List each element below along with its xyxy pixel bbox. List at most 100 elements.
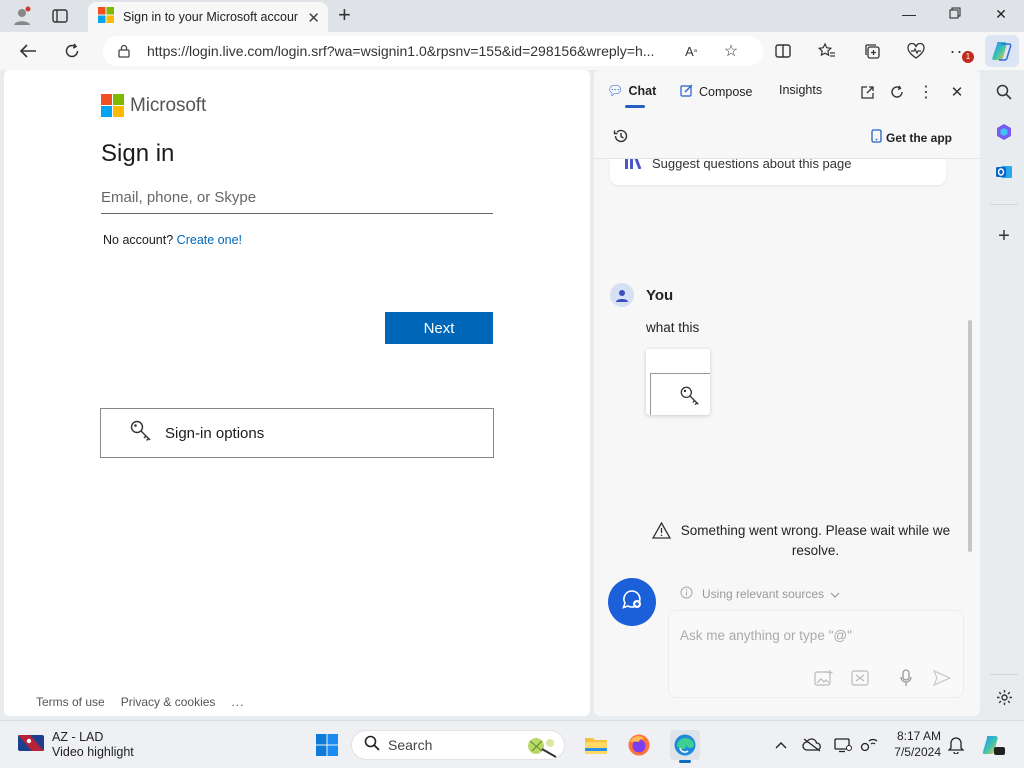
browser-tab-active[interactable]: Sign in to your Microsoft account ✕	[88, 2, 328, 32]
news-widget[interactable]: AZ - LAD Video highlight	[18, 730, 134, 760]
favorites-icon[interactable]	[815, 40, 839, 62]
windows-start-icon[interactable]	[314, 732, 340, 758]
microsoft-logo: Microsoft	[101, 94, 206, 117]
page-title: Sign in	[101, 140, 175, 167]
user-message-text: what this	[646, 320, 700, 335]
error-message: Something went wrong. Please wait while …	[651, 521, 952, 561]
collections-icon[interactable]	[860, 40, 884, 62]
search-label: Search	[388, 737, 433, 753]
new-tab-button[interactable]: +	[338, 4, 351, 26]
firefox-icon[interactable]	[626, 732, 652, 758]
browser-title-bar: Sign in to your Microsoft account ✕ + — …	[0, 0, 1024, 32]
minimize-button[interactable]: —	[897, 6, 921, 22]
refresh-chat-icon[interactable]	[888, 83, 906, 101]
screenshot-thumbnail[interactable]	[646, 349, 710, 415]
copilot-taskbar-icon[interactable]	[980, 732, 1006, 758]
notification-bell-icon[interactable]	[945, 734, 967, 756]
edge-browser-icon[interactable]	[670, 730, 700, 763]
windows-taskbar: AZ - LAD Video highlight Search 8:17 AM	[0, 720, 1024, 768]
chat-input-box[interactable]: Ask me anything or type "@"	[668, 610, 964, 698]
more-footer-button[interactable]: ...	[231, 695, 244, 709]
chat-scrollbar[interactable]	[968, 320, 972, 552]
suggest-questions-label: Suggest questions about this page	[652, 159, 852, 171]
copilot-button[interactable]	[985, 35, 1019, 67]
email-input[interactable]	[101, 182, 493, 214]
new-topic-button[interactable]	[608, 578, 656, 626]
favorite-star-icon[interactable]: ☆	[719, 40, 743, 62]
compose-icon	[680, 83, 694, 100]
microphone-icon[interactable]	[895, 668, 917, 688]
file-explorer-icon[interactable]	[583, 732, 609, 758]
copilot-subheader: Get the app	[594, 114, 980, 159]
user-name: You	[646, 286, 674, 304]
web-content-pane: Microsoft Sign in No account? Create one…	[4, 70, 590, 716]
terms-link[interactable]: Terms of use	[36, 695, 105, 709]
address-bar[interactable]: https://login.live.com/login.srf?wa=wsig…	[103, 36, 763, 66]
settings-more-icon[interactable]: ··· 1	[948, 40, 974, 63]
add-icon[interactable]: +	[992, 224, 1016, 248]
tab-chat[interactable]: 💬︎ Chat	[607, 83, 657, 108]
phone-icon	[871, 129, 882, 146]
chevron-up-icon[interactable]	[770, 734, 792, 756]
tab-chat-label: Chat	[628, 84, 657, 98]
microsoft-365-icon[interactable]	[992, 120, 1016, 144]
restore-button[interactable]	[943, 6, 967, 22]
signin-options-button[interactable]: Sign-in options	[100, 408, 494, 458]
profile-icon[interactable]	[11, 6, 33, 26]
screenshot-capture-icon[interactable]	[849, 668, 871, 688]
back-arrow-icon[interactable]	[16, 40, 40, 62]
refresh-icon[interactable]	[60, 40, 84, 62]
search-icon	[364, 735, 380, 756]
suggest-icon	[624, 159, 642, 174]
browser-essentials-icon[interactable]	[904, 40, 928, 62]
privacy-link[interactable]: Privacy & cookies	[121, 695, 216, 709]
close-window-button[interactable]: ✕	[989, 6, 1013, 23]
display-icon[interactable]	[832, 734, 854, 756]
chevron-down-icon	[830, 587, 840, 601]
add-image-icon[interactable]	[813, 668, 835, 688]
network-icon[interactable]	[858, 734, 880, 756]
close-tab-icon[interactable]: ✕	[307, 9, 320, 27]
tab-insights-label: Insights	[779, 83, 823, 97]
notification-badge: 1	[962, 51, 974, 63]
key-icon	[679, 385, 701, 412]
page-footer: Terms of use Privacy & cookies ...	[36, 695, 244, 709]
key-icon	[129, 419, 153, 448]
url-text[interactable]: https://login.live.com/login.srf?wa=wsig…	[147, 43, 667, 59]
suggest-questions-card[interactable]: Suggest questions about this page	[610, 159, 946, 185]
microsoft-favicon-icon	[98, 6, 114, 28]
widget-title: AZ - LAD	[52, 730, 104, 744]
onedrive-offline-icon[interactable]	[801, 734, 823, 756]
tab-compose[interactable]: Compose	[680, 83, 753, 100]
send-icon[interactable]	[931, 668, 953, 688]
search-icon[interactable]	[992, 80, 1016, 104]
outlook-icon[interactable]	[992, 160, 1016, 184]
get-app-label: Get the app	[885, 130, 952, 145]
taskbar-search-box[interactable]: Search	[351, 730, 565, 760]
no-account-row: No account? Create one!	[103, 233, 242, 247]
create-account-link[interactable]: Create one!	[177, 233, 242, 247]
sidebar-divider	[990, 674, 1018, 675]
read-aloud-icon[interactable]: Aᵃ	[679, 40, 703, 62]
user-avatar-icon	[610, 283, 634, 307]
lock-icon[interactable]	[117, 44, 131, 58]
relevant-sources-toggle[interactable]: Using relevant sources	[680, 586, 840, 602]
close-sidebar-icon[interactable]: ✕	[948, 83, 966, 101]
next-button[interactable]: Next	[385, 312, 493, 344]
gear-icon[interactable]	[992, 685, 1016, 709]
more-options-icon[interactable]: ⋮	[917, 83, 935, 101]
history-icon[interactable]	[612, 127, 630, 145]
open-in-new-icon[interactable]	[858, 83, 876, 101]
navigation-bar: https://login.live.com/login.srf?wa=wsig…	[0, 32, 1024, 70]
error-text: Something went wrong. Please wait while …	[680, 523, 951, 558]
clock-date: 7/5/2024	[894, 745, 941, 759]
chat-input-placeholder[interactable]: Ask me anything or type "@"	[680, 628, 852, 643]
copilot-header: 💬︎ Chat Compose Insights ⋮ ✕	[594, 70, 980, 114]
tab-actions-icon[interactable]	[49, 6, 71, 26]
get-app-button[interactable]: Get the app	[871, 129, 952, 146]
signin-options-label: Sign-in options	[165, 424, 265, 442]
split-screen-icon[interactable]	[771, 40, 795, 62]
tab-insights[interactable]: Insights	[779, 83, 822, 97]
tab-compose-label: Compose	[699, 84, 753, 99]
system-clock[interactable]: 8:17 AM 7/5/2024	[886, 728, 941, 760]
